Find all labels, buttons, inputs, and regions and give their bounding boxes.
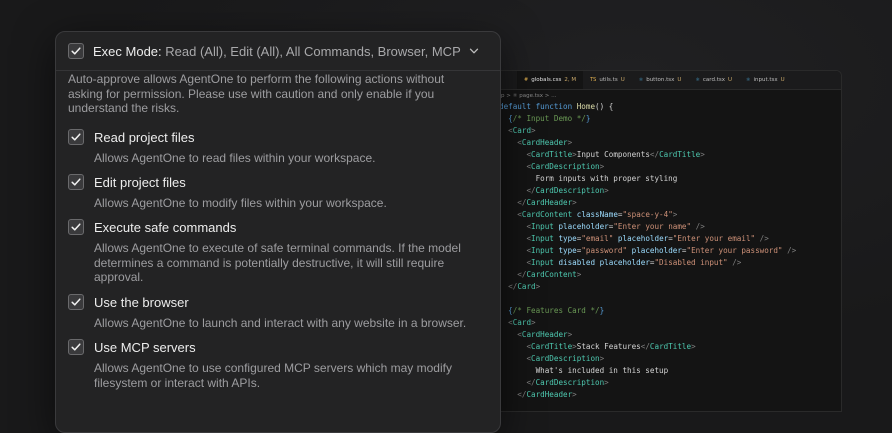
permission-title: Edit project files [94,174,186,190]
check-icon [71,178,81,186]
editor-tab-status: U [780,77,785,83]
code-line: <CardContent className="space-y-4"> [517,210,678,219]
exec-mode-checkbox[interactable] [68,43,84,59]
code-line: </Card> [508,282,541,291]
code-line: <CardTitle>Input Components</CardTitle> [526,150,705,159]
editor-tab[interactable]: ⚛ card.tsx U [688,71,739,89]
check-icon [71,133,81,141]
permission-checkbox[interactable] [68,294,84,310]
exec-mode-value: Read (All), Edit (All), All Commands, Br… [165,43,461,59]
ts-file-icon: TS [590,77,597,83]
permission-description: Allows AgentOne to launch and interact w… [94,316,467,330]
code-line: What's included in this setup [499,366,669,375]
css-file-icon: # [524,77,529,83]
editor-tab[interactable]: TS utils.ts U [583,71,632,89]
editor-tab[interactable]: ⚛ input.tsx U [739,71,792,89]
check-icon [71,298,81,306]
code-line: <CardDescription> [526,162,605,171]
editor-tab-label: input.tsx [753,77,778,83]
editor-tab-bar: # globals.css 2, M TS utils.ts U ⚛ button.tsx U ⚛… [489,71,841,90]
code-line: {/* Features Card */} [508,306,605,315]
code-line: </CardHeader> [517,198,577,207]
permission-option-row[interactable]: Read project files [68,128,488,146]
permission-option: Read project files Allows AgentOne to rea… [68,128,488,166]
permission-checkbox[interactable] [68,339,84,355]
exec-mode-header[interactable]: Exec Mode: Read (All), Edit (All), All C… [56,32,500,71]
editor-tab-status: 2, M [564,77,577,83]
breadcrumb[interactable]: p > ⚛ page.tsx > … [489,90,841,101]
code-line: <CardTitle>Stack Features</CardTitle> [526,342,696,351]
editor-tab-label: button.tsx [646,77,675,83]
permission-checkbox[interactable] [68,219,84,235]
check-icon [71,343,81,351]
chevron-down-icon[interactable] [469,46,479,56]
editor-tab-label: globals.css [531,77,562,83]
permission-description: Allows AgentOne to use configured MCP se… [94,361,452,390]
permission-title: Execute safe commands [94,219,237,235]
code-line: <CardHeader> [517,138,573,147]
editor-tab-status: U [677,77,682,83]
permission-title: Read project files [94,129,195,145]
permission-checkbox[interactable] [68,129,84,145]
permission-title: Use MCP servers [94,339,196,355]
code-line: <Input type="email" placeholder="Enter y… [526,234,769,243]
code-line: <Input disabled placeholder="Disabled in… [526,258,742,267]
check-icon [71,223,81,231]
editor-tab[interactable]: # globals.css 2, M [517,71,584,89]
permission-option: Execute safe commands Allows AgentOne to … [68,218,488,285]
code-line: </CardContent> [517,270,582,279]
code-line: <Input placeholder="Enter your name" /> [526,222,705,231]
permission-checkbox[interactable] [68,174,84,190]
permission-option: Use MCP servers Allows AgentOne to use co… [68,338,488,390]
permission-option-row[interactable]: Edit project files [68,173,488,191]
editor-tab[interactable]: ⚛ button.tsx U [632,71,689,89]
exec-mode-label: Exec Mode: Read (All), Edit (All), All C… [93,44,461,59]
code-editor-window: # globals.css 2, M TS utils.ts U ⚛ button.tsx U ⚛… [488,70,842,412]
permission-description: Allows AgentOne to execute of safe termi… [94,241,461,284]
permission-option: Edit project files Allows AgentOne to mod… [68,173,488,211]
permission-description: Allows AgentOne to read files within you… [94,151,376,165]
code-area[interactable]: default function Home() { {/* Input Demo… [489,101,841,401]
editor-tab-status: U [620,77,625,83]
code-line: {/* Input Demo */} [508,114,591,123]
code-line: Form inputs with proper styling [499,174,678,183]
code-line: </CardHeader> [517,390,577,399]
permission-option: Use the browser Allows AgentOne to launch… [68,293,488,331]
editor-tab-label: utils.ts [599,77,618,83]
editor-tab-status: U [727,77,732,83]
auto-approve-panel: Exec Mode: Read (All), Edit (All), All C… [55,31,501,433]
code-line: <Card> [508,318,536,327]
code-line: <CardHeader> [517,330,573,339]
code-line: <Input type="password" placeholder="Ente… [526,246,797,255]
code-line: <CardDescription> [526,354,605,363]
permission-option-row[interactable]: Execute safe commands [68,218,488,236]
permission-description: Allows AgentOne to modify files within y… [94,196,387,210]
permission-option-row[interactable]: Use the browser [68,293,488,311]
react-file-icon: ⚛ [695,77,700,83]
permission-option-row[interactable]: Use MCP servers [68,338,488,356]
auto-approve-description: Auto-approve allows AgentOne to perform … [68,72,445,115]
exec-mode-title: Exec Mode: [93,43,162,59]
code-line: default function Home() { [499,102,614,111]
react-file-icon: ⚛ [746,77,751,83]
check-icon [71,47,81,55]
editor-tab-label: card.tsx [702,77,725,83]
react-file-icon: ⚛ [638,77,644,83]
code-line: <Card> [508,126,536,135]
code-line: </CardDescription> [526,378,609,387]
permission-title: Use the browser [94,294,189,310]
code-line: </CardDescription> [526,186,609,195]
